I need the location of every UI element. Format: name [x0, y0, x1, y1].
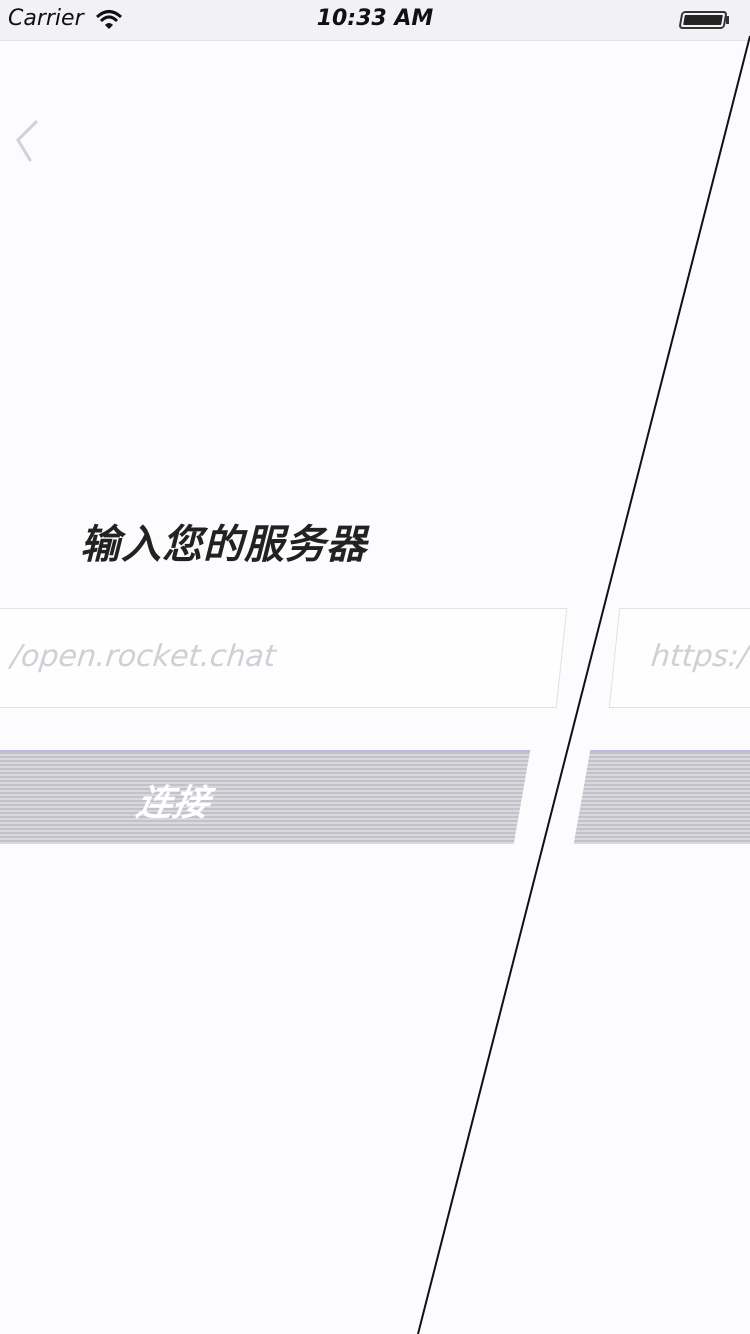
back-button[interactable] — [6, 116, 46, 166]
battery-fill — [683, 15, 723, 25]
server-url-input[interactable]: /open.rocket.chat — [0, 608, 568, 708]
connect-button[interactable]: 连接 — [0, 750, 531, 844]
page-title: 输入您的服务器 — [80, 522, 367, 568]
status-bar: Carrier 10:33 AM — [0, 0, 750, 41]
battery-tip — [726, 16, 729, 24]
battery-icon — [678, 11, 728, 29]
connect-button-label: 连接 — [133, 783, 213, 824]
connect-button-incoming[interactable] — [573, 750, 750, 844]
screen: Carrier 10:33 AM 输入您的服务器 /open.rocket.ch… — [0, 0, 750, 1334]
server-url-input-incoming[interactable]: https:/ — [608, 608, 750, 708]
server-url-placeholder: /open.rocket.chat — [9, 639, 278, 674]
server-url-placeholder-incoming: https:/ — [649, 639, 750, 674]
clock-label: 10:33 AM — [316, 6, 434, 31]
chevron-left-icon — [16, 120, 38, 162]
